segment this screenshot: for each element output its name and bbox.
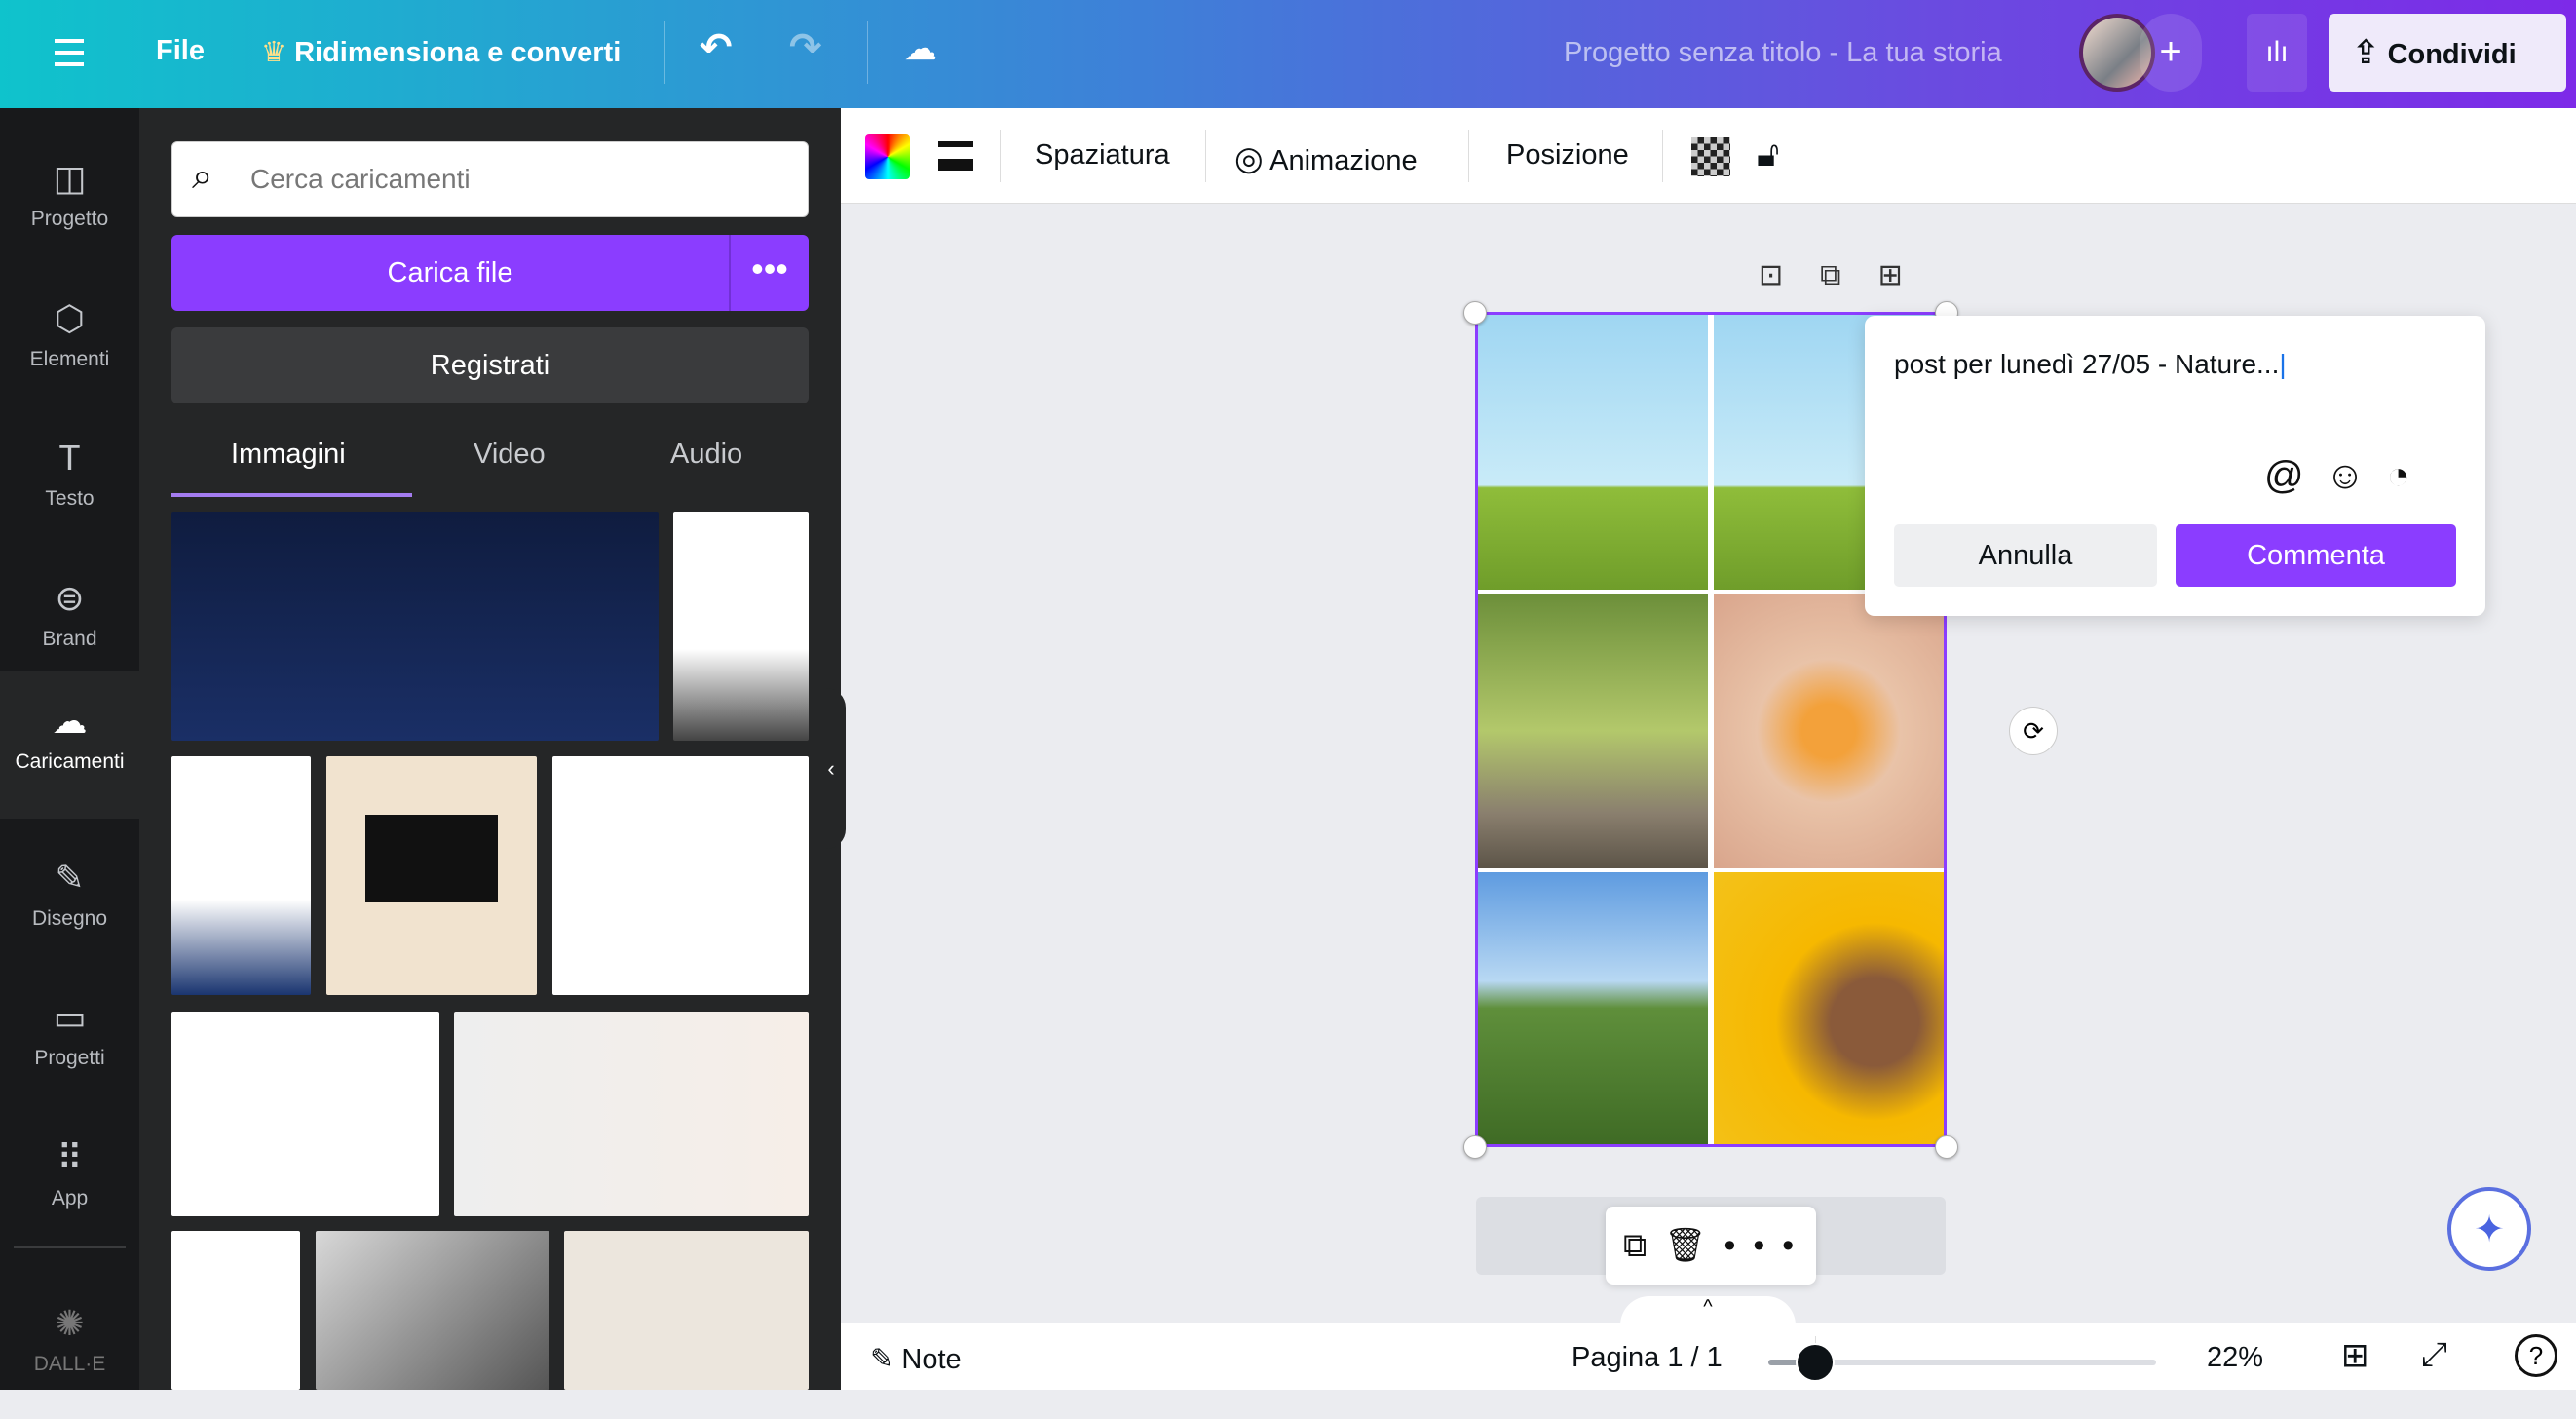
zoom-level[interactable]: 22% bbox=[2207, 1342, 2263, 1374]
shapes-icon: ⬡ bbox=[54, 298, 86, 338]
resize-button[interactable]: ♛ Ridimensiona e converti bbox=[261, 35, 621, 69]
page-actions-popover: ⧉🗑︎••• bbox=[1606, 1207, 1816, 1285]
color-picker[interactable] bbox=[865, 134, 910, 179]
more-icon[interactable]: ••• bbox=[1724, 1227, 1811, 1264]
tab-immagini[interactable]: Immagini bbox=[231, 439, 346, 471]
expand-pages-tab[interactable]: ^ bbox=[1620, 1296, 1796, 1325]
image-cell-landscape[interactable] bbox=[1478, 315, 1708, 590]
duplicate-icon[interactable]: ⧉ bbox=[1820, 259, 1877, 291]
upload-thumbnail[interactable] bbox=[171, 756, 311, 995]
top-bar: File ♛ Ridimensiona e converti ↶ ↷ ☁ Pro… bbox=[0, 0, 2576, 108]
unlock-icon[interactable]: 🔓︎ bbox=[1757, 134, 1779, 175]
lock-icon[interactable]: ⊡ bbox=[1759, 259, 1820, 291]
line-weight-icon[interactable] bbox=[938, 141, 973, 171]
upload-thumbnail[interactable] bbox=[326, 756, 537, 995]
comment-submit-button[interactable]: Commenta bbox=[2176, 524, 2456, 587]
notes-icon: ✎ bbox=[870, 1344, 894, 1375]
crown-icon: ♛ bbox=[261, 37, 295, 68]
upload-thumbnail[interactable] bbox=[454, 1012, 809, 1216]
rail-item-disegno[interactable]: ✎ Disegno bbox=[0, 837, 139, 974]
folder-icon: ▭ bbox=[53, 997, 87, 1037]
rail-item-progetto[interactable]: ◫ Progetto bbox=[0, 137, 139, 274]
animation-button[interactable]: ◎ Animazione bbox=[1234, 139, 1418, 178]
search-input[interactable]: ⌕ Cerca caricamenti bbox=[171, 141, 809, 217]
panel-collapse-handle[interactable]: ‹ bbox=[816, 688, 846, 849]
rotate-handle[interactable]: ⟳ bbox=[2009, 707, 2058, 755]
add-collaborator-button[interactable]: + bbox=[2140, 14, 2202, 92]
help-icon[interactable]: ? bbox=[2515, 1334, 2557, 1377]
assistant-button[interactable]: ✦ bbox=[2447, 1187, 2531, 1271]
register-button[interactable]: Registrati bbox=[171, 327, 809, 403]
brand-icon: ⊜ bbox=[55, 578, 85, 618]
upload-thumbnail[interactable] bbox=[552, 756, 809, 995]
search-icon: ⌕ bbox=[192, 156, 213, 197]
dalle-icon: ✺ bbox=[55, 1303, 85, 1343]
zoom-slider-thumb[interactable] bbox=[1796, 1343, 1836, 1382]
upload-thumbnail[interactable] bbox=[171, 1012, 439, 1216]
project-title[interactable]: Progetto senza titolo - La tua storia bbox=[1564, 37, 2002, 69]
upload-thumbnail[interactable] bbox=[564, 1231, 809, 1390]
undo-icon[interactable]: ↶ bbox=[700, 25, 733, 70]
tab-audio[interactable]: Audio bbox=[670, 439, 742, 471]
page-indicator[interactable]: Pagina 1 / 1 bbox=[1572, 1342, 1723, 1374]
redo-icon[interactable]: ↷ bbox=[789, 25, 822, 70]
zoom-slider[interactable] bbox=[1768, 1343, 2156, 1382]
emoji-icon[interactable]: ☺ bbox=[2326, 454, 2387, 497]
cloud-upload-icon: ☁ bbox=[52, 701, 88, 741]
cloud-saved-icon[interactable]: ☁ bbox=[904, 29, 937, 68]
file-menu[interactable]: File bbox=[156, 35, 205, 67]
apps-icon: ⠿ bbox=[57, 1137, 83, 1177]
image-cell-rocket[interactable] bbox=[1714, 594, 1944, 868]
comment-input[interactable]: post per lunedì 27/05 - Nature...| bbox=[1894, 349, 2287, 380]
fullscreen-icon[interactable]: ⤢ bbox=[2421, 1336, 2447, 1374]
editor-toolbar: Spaziatura ◎ Animazione Posizione 🔓︎ bbox=[841, 108, 2576, 204]
rail-item-progetti[interactable]: ▭ Progetti bbox=[0, 977, 139, 1113]
bottom-bar: ✎ Note Pagina 1 / 1 22% ⊞ ⤢ ? bbox=[841, 1323, 2576, 1390]
position-button[interactable]: Posizione bbox=[1506, 139, 1629, 172]
canvas-quick-actions: ⊡⧉⊞ bbox=[1759, 258, 1940, 292]
layout-icon: ◫ bbox=[53, 158, 87, 198]
rail-item-testo[interactable]: T Testo bbox=[0, 417, 139, 554]
mention-icon[interactable]: @ bbox=[2264, 454, 2326, 497]
notes-button[interactable]: ✎ Note bbox=[870, 1342, 962, 1376]
sparkle-icon: ✦ bbox=[2474, 1209, 2505, 1250]
image-cell-hills[interactable] bbox=[1478, 872, 1708, 1144]
upload-thumbnail[interactable] bbox=[316, 1231, 549, 1390]
add-page-icon[interactable]: ⊞ bbox=[1878, 259, 1940, 291]
upload-thumbnail[interactable] bbox=[171, 1231, 300, 1390]
cancel-button[interactable]: Annulla bbox=[1894, 524, 2157, 587]
rail-item-elementi[interactable]: ⬡ Elementi bbox=[0, 278, 139, 414]
hamburger-icon[interactable] bbox=[55, 39, 84, 66]
grid-view-icon[interactable]: ⊞ bbox=[2341, 1336, 2369, 1375]
share-button[interactable]: ⇪ Condividi bbox=[2329, 14, 2566, 92]
upload-icon: ⇪ bbox=[2352, 34, 2380, 71]
upload-thumbnail[interactable] bbox=[673, 512, 809, 741]
upload-file-button[interactable]: Carica file ••• bbox=[171, 235, 809, 311]
sticker-icon[interactable]: ◔ bbox=[2386, 454, 2431, 497]
left-rail: ◫ Progetto ⬡ Elementi T Testo ⊜ Brand ☁ Caric… bbox=[0, 108, 139, 1390]
trash-icon[interactable]: 🗑︎ bbox=[1664, 1227, 1724, 1264]
upload-thumbnail[interactable] bbox=[171, 512, 659, 741]
draw-icon: ✎ bbox=[55, 858, 85, 898]
more-options-icon[interactable]: ••• bbox=[731, 235, 809, 303]
comment-popup: post per lunedì 27/05 - Nature...| @☺◔ A… bbox=[1865, 316, 2485, 616]
text-icon: T bbox=[58, 438, 81, 478]
image-cell-trees[interactable] bbox=[1478, 594, 1708, 868]
image-cell-monkey[interactable] bbox=[1714, 872, 1944, 1144]
tab-video[interactable]: Video bbox=[474, 439, 546, 471]
analytics-button[interactable]: ılı bbox=[2247, 14, 2307, 92]
rail-item-caricamenti[interactable]: ☁ Caricamenti bbox=[0, 671, 139, 819]
rail-item-app[interactable]: ⠿ App bbox=[0, 1117, 139, 1253]
duplicate-page-icon[interactable]: ⧉ bbox=[1623, 1227, 1664, 1264]
spacing-button[interactable]: Spaziatura bbox=[1035, 139, 1170, 172]
rail-item-dalle[interactable]: ✺ DALL·E bbox=[0, 1283, 139, 1419]
chart-icon: ılı bbox=[2265, 36, 2289, 68]
animation-icon: ◎ bbox=[1234, 140, 1264, 177]
transparency-icon[interactable] bbox=[1691, 137, 1730, 176]
